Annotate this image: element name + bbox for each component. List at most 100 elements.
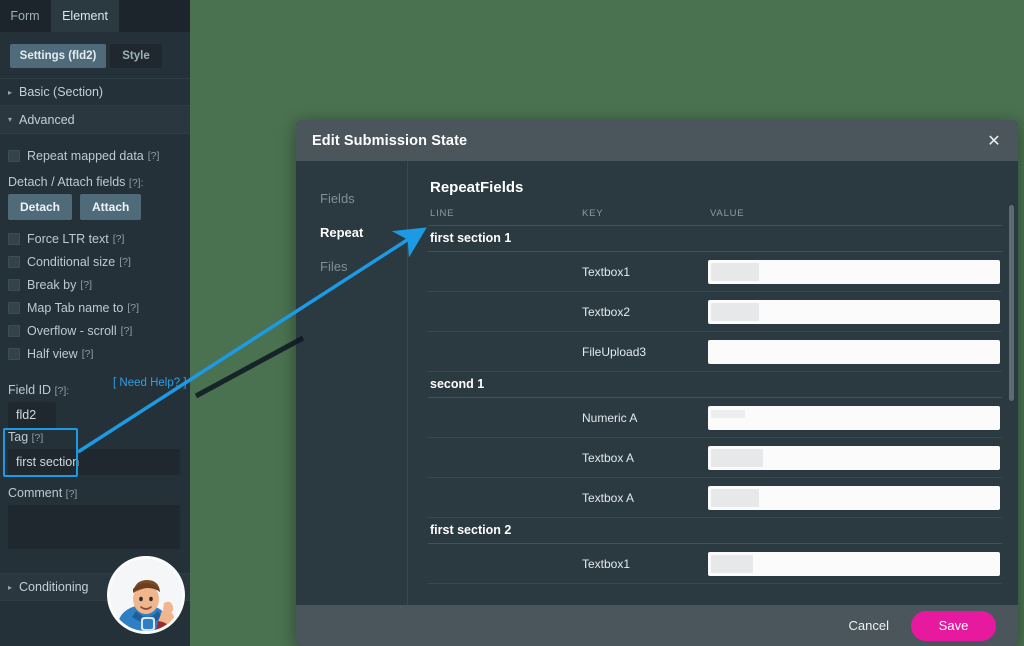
attach-button[interactable]: Attach (80, 194, 142, 220)
value-input[interactable] (708, 405, 1000, 430)
dialog-sidenav: Fields Repeat Files (296, 161, 408, 605)
checkbox-row-half-view[interactable]: Half view [?] (8, 342, 182, 365)
panel-tabbar: Form Element (0, 0, 190, 32)
save-button[interactable]: Save (911, 610, 996, 641)
value-input[interactable] (708, 551, 1000, 576)
value-input[interactable] (708, 485, 1000, 510)
comment-input[interactable] (8, 505, 180, 549)
checkbox-row-map-tab-name-to[interactable]: Map Tab name to [?] (8, 296, 182, 319)
value-input[interactable] (708, 445, 1000, 470)
redacted-value (711, 262, 759, 281)
checkbox-icon[interactable] (8, 149, 20, 162)
checkbox-icon[interactable] (8, 301, 20, 314)
avatar[interactable] (107, 556, 185, 634)
tab-element[interactable]: Element (51, 0, 119, 32)
comment-block: Comment [?] (8, 486, 184, 549)
dialog-body: Fields Repeat Files RepeatFields LINE KE… (296, 161, 1018, 605)
subtab-style-label: Style (122, 50, 150, 62)
value-cell (708, 291, 1002, 332)
checkbox-row-force-ltr-text[interactable]: Force LTR text [?] (8, 227, 182, 250)
value-cell (708, 331, 1002, 372)
help-hint[interactable]: [?] (121, 325, 133, 337)
line-cell (428, 477, 580, 518)
line-cell (428, 331, 580, 372)
line-cell (428, 251, 580, 292)
value-cell (708, 397, 1002, 438)
field-id-text: Field ID (8, 383, 52, 397)
checkbox-row-break-by[interactable]: Break by [?] (8, 273, 182, 296)
help-hint[interactable]: [?]: (129, 177, 144, 189)
line-cell (428, 397, 580, 438)
value-input[interactable] (708, 299, 1000, 324)
key-cell: Numeric A (580, 397, 708, 438)
checkbox-row-conditional-size[interactable]: Conditional size [?] (8, 250, 182, 273)
table-section-row: first section 2 (428, 517, 1002, 544)
subtab-settings[interactable]: Settings (fld2) (10, 44, 106, 68)
chevron-right-icon (8, 583, 12, 592)
checkbox-icon[interactable] (8, 232, 20, 245)
close-icon[interactable]: ✕ (984, 131, 1004, 151)
advanced-section-body: Repeat mapped data [?] Detach / Attach f… (0, 134, 190, 365)
checkbox-label: Force LTR text (27, 231, 109, 246)
value-input[interactable] (708, 259, 1000, 284)
nav-item-files[interactable]: Files (296, 249, 407, 283)
repeat-fields-pane: RepeatFields LINE KEY VALUE first sectio… (408, 161, 1018, 605)
help-hint[interactable]: [?] (32, 432, 44, 444)
cancel-button[interactable]: Cancel (849, 618, 889, 633)
detach-attach-buttons: Detach Attach (8, 194, 182, 220)
checkbox-row-overflow-scroll[interactable]: Overflow - scroll [?] (8, 319, 182, 342)
subtab-style[interactable]: Style (110, 44, 162, 68)
attach-button-label: Attach (92, 200, 130, 214)
vertical-scrollbar[interactable] (1009, 205, 1014, 597)
table-body: first section 1 Textbox1 Textbox2 FileUploa… (428, 225, 1002, 584)
tab-form[interactable]: Form (0, 0, 50, 32)
help-hint[interactable]: [?] (66, 488, 78, 500)
detach-button[interactable]: Detach (8, 194, 73, 220)
line-cell (428, 437, 580, 478)
element-subtabs: Settings (fld2) Style (0, 32, 190, 78)
scrollbar-thumb[interactable] (1009, 205, 1014, 401)
checkbox-icon[interactable] (8, 324, 20, 337)
checkbox-icon[interactable] (8, 278, 20, 291)
detach-attach-label: Detach / Attach fields [?]: (8, 175, 182, 189)
table-row: Numeric A (428, 397, 1002, 438)
redacted-value (711, 448, 763, 467)
help-hint[interactable]: [?] (113, 233, 125, 245)
tag-value: first section (16, 455, 80, 469)
left-settings-panel: Form Element Settings (fld2) Style Basic… (0, 0, 190, 646)
section-conditioning-label: Conditioning (19, 580, 89, 594)
section-basic-label: Basic (Section) (19, 85, 104, 99)
nav-item-fields[interactable]: Fields (296, 181, 407, 215)
tag-text: Tag (8, 430, 29, 444)
redacted-value (711, 488, 759, 507)
section-advanced[interactable]: Advanced (0, 106, 190, 134)
checkbox-row-repeat-mapped-data[interactable]: Repeat mapped data [?] (8, 144, 182, 167)
tag-input[interactable]: first section (8, 449, 180, 475)
cancel-button-label: Cancel (848, 618, 889, 633)
tag-block: Tag [?] first section (8, 430, 184, 475)
checkbox-label: Break by (27, 277, 77, 292)
field-id-input[interactable]: fld2 (8, 402, 56, 428)
redacted-value (711, 554, 753, 573)
help-hint[interactable]: [?] (82, 348, 94, 360)
nav-item-repeat[interactable]: Repeat (296, 215, 407, 249)
help-hint[interactable]: [?] (127, 302, 139, 314)
checkbox-icon[interactable] (8, 347, 20, 360)
help-hint[interactable]: [?]: (55, 385, 70, 397)
column-header-key: KEY (582, 208, 604, 219)
help-hint[interactable]: [?] (119, 256, 131, 268)
table-row: Textbox A (428, 477, 1002, 518)
line-cell (428, 291, 580, 332)
section-basic[interactable]: Basic (Section) (0, 78, 190, 106)
tab-form-label: Form (10, 9, 40, 23)
checkbox-icon[interactable] (8, 255, 20, 268)
table-header: LINE KEY VALUE (428, 208, 1002, 226)
key-cell: Textbox A (580, 477, 708, 518)
subtab-settings-label: Settings (fld2) (19, 50, 97, 62)
help-hint[interactable]: [?] (148, 150, 160, 162)
column-header-line: LINE (430, 208, 455, 219)
help-hint[interactable]: [?] (80, 279, 92, 291)
value-input[interactable] (708, 339, 1000, 364)
need-help-link[interactable]: [ Need Help? ] (113, 377, 187, 389)
value-cell (708, 251, 1002, 292)
